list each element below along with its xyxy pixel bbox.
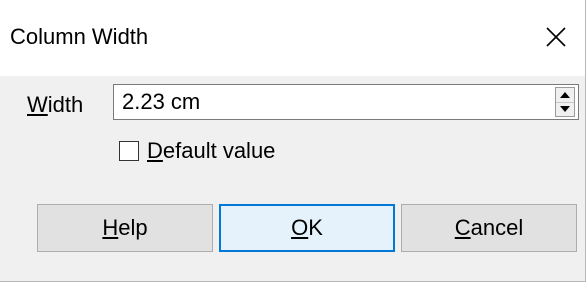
help-button[interactable]: Help [37,204,213,252]
close-icon [546,27,566,47]
default-value-accelerator: D [147,138,163,163]
cancel-button-text: ancel [470,215,524,240]
ok-button-accelerator: O [291,215,309,240]
spin-down-button[interactable] [556,101,574,117]
width-input[interactable] [114,85,542,119]
width-label-text: idth [47,92,84,117]
close-button[interactable] [531,12,581,62]
title-bar: Column Width [0,0,585,76]
width-spin-buttons [555,87,575,117]
width-label-accelerator: W [27,92,48,117]
help-button-text: elp [118,215,148,240]
help-button-accelerator: H [102,215,119,240]
dialog-title: Column Width [10,24,149,49]
ok-button[interactable]: OK [219,204,395,252]
default-value-text: efault value [162,138,276,163]
spin-down-icon [560,106,570,113]
dialog-body: Width Default value [0,76,585,281]
default-value-label: Default value [147,136,275,166]
cancel-button[interactable]: Cancel [401,204,577,252]
column-width-dialog: Column Width Width 2.23 cm Default value… [0,0,586,282]
width-label: Width [27,90,83,120]
cancel-button-accelerator: C [454,215,471,240]
default-value-option[interactable]: Default value [119,136,275,166]
spin-up-button[interactable] [556,88,574,102]
width-spinfield [113,84,579,120]
ok-button-text: K [308,215,323,240]
default-value-checkbox[interactable] [119,141,139,161]
spin-up-icon [560,91,570,98]
